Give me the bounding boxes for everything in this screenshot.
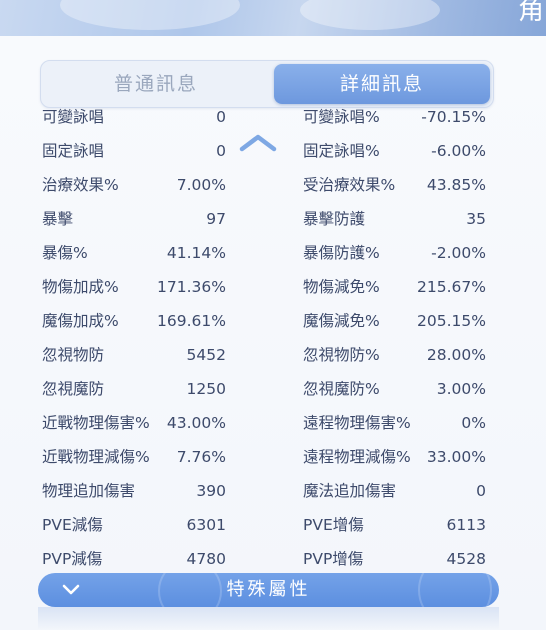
bottom-glow bbox=[38, 607, 499, 630]
stat-row: 暴傷% 41.14% 暴傷防護% -2.00% bbox=[0, 236, 546, 270]
cloud-decoration bbox=[300, 0, 440, 30]
stat-label: 固定詠唱 bbox=[42, 142, 105, 160]
stat-label: 近戰物理傷害% bbox=[42, 414, 150, 432]
stat-label: 暴傷% bbox=[42, 244, 88, 262]
stat-label: 暴擊 bbox=[42, 210, 74, 228]
tab-detail-info[interactable]: 詳細訊息 bbox=[274, 64, 490, 104]
cloud-decoration bbox=[60, 0, 240, 30]
stat-label: 治療效果% bbox=[42, 176, 119, 194]
stat-value: 205.15% bbox=[417, 312, 486, 330]
stat-value: 4780 bbox=[186, 550, 226, 568]
stat-value: 5452 bbox=[186, 346, 226, 364]
window-title-fragment: 角 bbox=[517, 0, 544, 26]
stat-value: 215.67% bbox=[417, 278, 486, 296]
stat-value: 7.76% bbox=[176, 448, 226, 466]
stat-label: 物理追加傷害 bbox=[42, 482, 136, 500]
top-banner: 角 bbox=[0, 0, 546, 36]
stat-label: PVE減傷 bbox=[42, 516, 103, 534]
stat-value: 41.14% bbox=[166, 244, 226, 262]
stat-label: 固定詠唱% bbox=[303, 142, 380, 160]
stat-value: 390 bbox=[196, 482, 226, 500]
stat-label: PVE增傷 bbox=[303, 516, 364, 534]
stat-label: 受治療效果% bbox=[303, 176, 396, 194]
stat-value: 28.00% bbox=[426, 346, 486, 364]
stat-row: 近戰物理減傷% 7.76% 遠程物理減傷% 33.00% bbox=[0, 440, 546, 474]
stat-label: 可變詠唱 bbox=[42, 108, 105, 126]
stat-value: 0 bbox=[216, 108, 226, 126]
stat-label: 忽視物防% bbox=[303, 346, 380, 364]
stat-label: 遠程物理減傷% bbox=[303, 448, 411, 466]
stat-value: 4528 bbox=[446, 550, 486, 568]
stat-value: 0% bbox=[461, 414, 486, 432]
stat-label: 物傷加成% bbox=[42, 278, 119, 296]
special-attributes-label: 特殊屬性 bbox=[226, 579, 311, 600]
stat-label: PVP減傷 bbox=[42, 550, 103, 568]
stat-label: 魔傷減免% bbox=[303, 312, 380, 330]
stat-value: 6113 bbox=[446, 516, 486, 534]
special-attributes-button[interactable]: 特殊屬性 bbox=[38, 573, 499, 607]
stats-list[interactable]: 可變詠唱 0 可變詠唱% -70.15% 固定詠唱 0 固定詠唱% -6.00%… bbox=[0, 100, 546, 570]
stat-label: 忽視魔防% bbox=[303, 380, 380, 398]
stat-value: 6301 bbox=[186, 516, 226, 534]
stat-label: 遠程物理傷害% bbox=[303, 414, 411, 432]
stat-row: 治療效果% 7.00% 受治療效果% 43.85% bbox=[0, 168, 546, 202]
stat-value: 171.36% bbox=[157, 278, 226, 296]
stat-value: 43.00% bbox=[166, 414, 226, 432]
stat-label: PVP增傷 bbox=[303, 550, 364, 568]
chevron-up-icon[interactable] bbox=[238, 132, 278, 154]
stat-value: -70.15% bbox=[421, 108, 486, 126]
stat-label: 可變詠唱% bbox=[303, 108, 380, 126]
stat-row: 魔傷加成% 169.61% 魔傷減免% 205.15% bbox=[0, 304, 546, 338]
stat-value: 97 bbox=[206, 210, 226, 228]
stat-label: 忽視物防 bbox=[42, 346, 105, 364]
stat-value: 33.00% bbox=[426, 448, 486, 466]
stat-label: 暴擊防護 bbox=[303, 210, 366, 228]
stat-row: 物傷加成% 171.36% 物傷減免% 215.67% bbox=[0, 270, 546, 304]
stat-value: 3.00% bbox=[436, 380, 486, 398]
stat-label: 魔法追加傷害 bbox=[303, 482, 397, 500]
stat-row: PVP減傷 4780 PVP增傷 4528 bbox=[0, 542, 546, 570]
stat-value: 43.85% bbox=[426, 176, 486, 194]
stat-row: 忽視魔防 1250 忽視魔防% 3.00% bbox=[0, 372, 546, 406]
stat-row: PVE減傷 6301 PVE增傷 6113 bbox=[0, 508, 546, 542]
stat-label: 暴傷防護% bbox=[303, 244, 380, 262]
stat-label: 忽視魔防 bbox=[42, 380, 105, 398]
stat-row: 忽視物防 5452 忽視物防% 28.00% bbox=[0, 338, 546, 372]
stat-value: 1250 bbox=[186, 380, 226, 398]
stat-label: 近戰物理減傷% bbox=[42, 448, 150, 466]
stat-value: 0 bbox=[216, 142, 226, 160]
stat-value: 0 bbox=[476, 482, 486, 500]
stat-label: 物傷減免% bbox=[303, 278, 380, 296]
stat-row: 物理追加傷害 390 魔法追加傷害 0 bbox=[0, 474, 546, 508]
stat-value: 7.00% bbox=[176, 176, 226, 194]
stat-value: 169.61% bbox=[157, 312, 226, 330]
stat-row: 可變詠唱 0 可變詠唱% -70.15% bbox=[0, 100, 546, 134]
stat-value: -6.00% bbox=[431, 142, 486, 160]
stat-label: 魔傷加成% bbox=[42, 312, 119, 330]
stat-row: 近戰物理傷害% 43.00% 遠程物理傷害% 0% bbox=[0, 406, 546, 440]
stat-row: 暴擊 97 暴擊防護 35 bbox=[0, 202, 546, 236]
stat-value: -2.00% bbox=[431, 244, 486, 262]
stat-value: 35 bbox=[466, 210, 486, 228]
